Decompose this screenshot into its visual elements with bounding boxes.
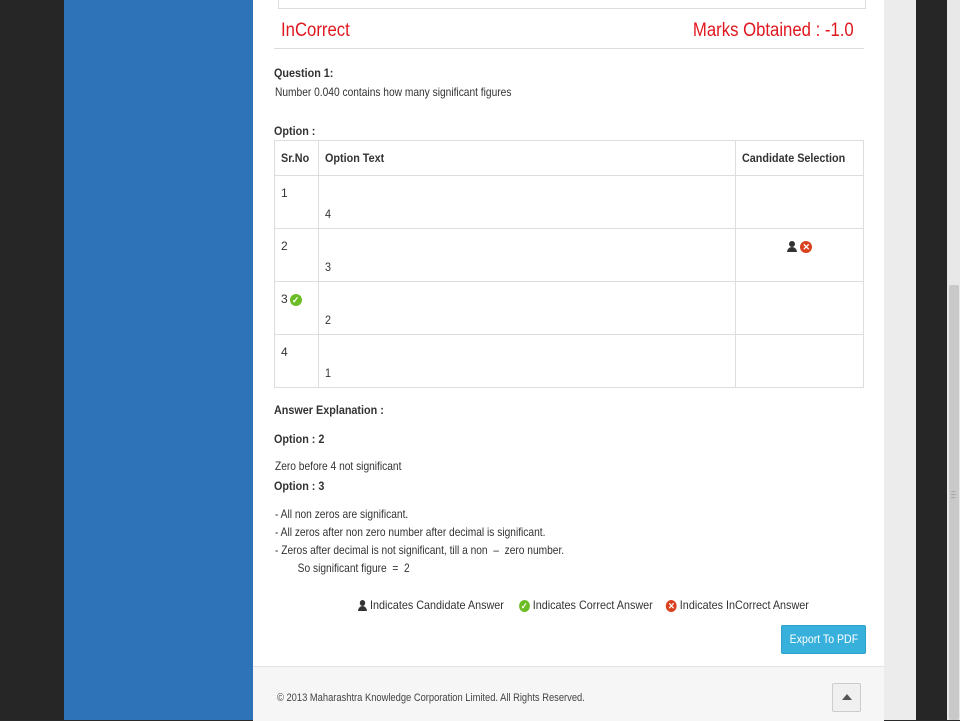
question-text: Number 0.040 contains how many significa…	[275, 85, 512, 99]
options-header-row: Sr.No Option Text Candidate Selection	[273, 140, 864, 176]
option-text-cell: 3	[318, 228, 737, 282]
legend: Indicates Candidate Answer ✓ Indicates C…	[358, 598, 809, 612]
legend-correct: Indicates Correct Answer	[532, 598, 653, 612]
previous-section-box	[278, 0, 866, 9]
explanation-line: - All non zeros are significant.	[275, 507, 409, 521]
left-background	[0, 0, 64, 720]
check-circle-icon: ✓	[518, 599, 530, 612]
table-row: 1 4	[273, 175, 864, 229]
right-gutter	[884, 0, 916, 720]
copyright-text: © 2013 Maharashtra Knowledge Corporation…	[277, 692, 585, 704]
result-status: InCorrect	[281, 20, 350, 41]
x-circle-icon: ✕	[665, 599, 677, 612]
explanation-line: - All zeros after non zero number after …	[275, 525, 546, 539]
explanation-line: - Zeros after decimal is not significant…	[275, 543, 565, 557]
explanation-line: So significant figure = 2	[275, 561, 410, 575]
legend-candidate: Indicates Candidate Answer	[370, 598, 504, 612]
check-circle-icon: ✓	[289, 293, 302, 306]
user-icon	[786, 241, 797, 253]
marks-value: -1.0	[825, 20, 854, 41]
export-pdf-button[interactable]: Export To PDF	[781, 625, 866, 654]
explanation-option3-lines: - All non zeros are significant. - All ze…	[275, 505, 564, 577]
legend-incorrect: Indicates InCorrect Answer	[679, 598, 809, 612]
main-content: InCorrect Marks Obtained : -1.0 Question…	[253, 0, 884, 721]
option-text-cell: 2	[318, 281, 737, 335]
header-sr-no: Sr.No	[273, 140, 320, 176]
table-row: 3 ✓ 2	[273, 281, 864, 335]
explanation-option2-text: Zero before 4 not significant	[275, 459, 402, 473]
scroll-to-top-button[interactable]	[832, 683, 861, 712]
option-text-cell: 4	[318, 175, 737, 229]
table-row: 4 1	[273, 334, 864, 388]
x-circle-icon: ✕	[800, 240, 813, 253]
sr-cell: 2	[273, 228, 320, 282]
scrollbar-grip-icon: – – –	[951, 487, 956, 502]
scrollbar-thumb[interactable]	[949, 285, 959, 720]
header-option-text: Option Text	[318, 140, 737, 176]
marks-obtained: Marks Obtained : -1.0	[693, 20, 854, 42]
table-row: 2 3 ✕	[273, 228, 864, 282]
right-background	[916, 0, 947, 720]
selection-cell	[735, 281, 864, 335]
footer: © 2013 Maharashtra Knowledge Corporation…	[253, 666, 884, 721]
marks-label: Marks Obtained :	[693, 20, 821, 41]
options-title: Option :	[274, 124, 316, 138]
explanation-option2-title: Option : 2	[274, 432, 325, 446]
result-bar: InCorrect Marks Obtained : -1.0	[274, 12, 864, 49]
header-candidate-selection: Candidate Selection	[735, 140, 864, 176]
selection-cell: ✕	[735, 228, 864, 282]
user-icon	[358, 600, 367, 612]
question-title: Question 1:	[274, 66, 334, 80]
options-table: Sr.No Option Text Candidate Selection 1 …	[273, 140, 864, 388]
explanation-title: Answer Explanation :	[274, 403, 384, 417]
sr-cell: 1	[273, 175, 320, 229]
blue-sidebar-panel	[64, 0, 253, 720]
selection-cell	[735, 334, 864, 388]
explanation-option3-title: Option : 3	[274, 479, 325, 493]
option-text-cell: 1	[318, 334, 737, 388]
selection-cell	[735, 175, 864, 229]
sr-cell: 4	[273, 334, 320, 388]
sr-cell: 3 ✓	[273, 281, 320, 335]
